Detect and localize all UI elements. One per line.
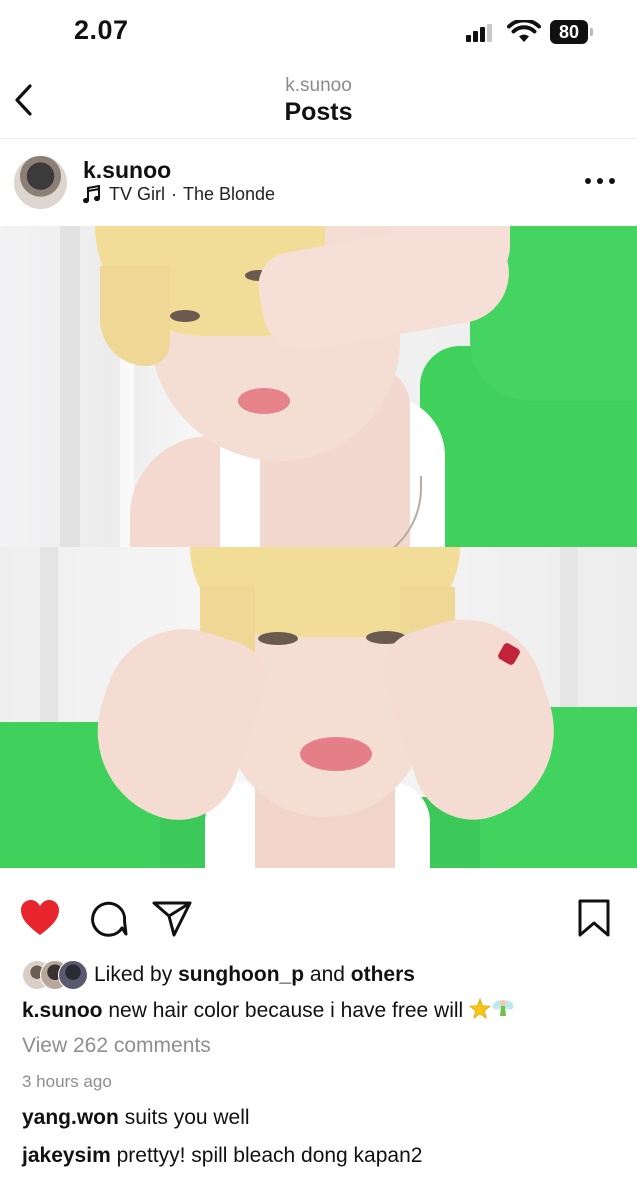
liker-avatars xyxy=(22,960,90,990)
caption-text: new hair color because i have free will xyxy=(108,999,464,1022)
comment-item: jakeysim prettyy! spill bleach dong kapa… xyxy=(22,1144,422,1168)
music-separator: · xyxy=(171,184,177,204)
star-emoji-icon xyxy=(469,998,492,1019)
share-icon[interactable] xyxy=(150,895,194,941)
battery-icon xyxy=(590,28,593,36)
comment-item: yang.won suits you well xyxy=(22,1106,250,1130)
comment-text: prettyy! spill bleach dong kapan2 xyxy=(116,1144,423,1167)
wifi-icon xyxy=(507,20,541,42)
comment-username[interactable]: yang.won xyxy=(22,1106,119,1129)
caption-username[interactable]: k.sunoo xyxy=(22,999,103,1022)
post-username[interactable]: k.sunoo xyxy=(83,157,171,184)
bookmark-icon[interactable] xyxy=(572,895,616,941)
comment-icon[interactable] xyxy=(86,895,130,941)
post-header: k.sunoo TV Girl · The Blonde xyxy=(0,140,637,226)
likes-text: Liked by sunghoon_p and others xyxy=(94,963,415,987)
music-note-icon xyxy=(83,184,100,203)
heart-icon[interactable] xyxy=(18,895,62,941)
comment-text: suits you well xyxy=(124,1106,250,1129)
page-title: Posts xyxy=(284,98,353,126)
status-bar: 2.07 80 xyxy=(0,0,637,60)
comment-username[interactable]: jakeysim xyxy=(22,1144,111,1167)
view-comments-link[interactable]: View 262 comments xyxy=(22,1034,211,1058)
post-timestamp: 3 hours ago xyxy=(22,1072,112,1091)
more-icon[interactable] xyxy=(585,174,617,188)
signal-icon xyxy=(466,24,496,42)
likes-prefix: Liked by xyxy=(94,963,173,986)
likes-user[interactable]: sunghoon_p xyxy=(178,963,304,986)
music-attribution[interactable]: TV Girl · The Blonde xyxy=(83,184,275,205)
header-username: k.sunoo xyxy=(285,75,352,96)
post-caption: k.sunoo new hair color because i have fr… xyxy=(22,996,515,1023)
post-photo[interactable] xyxy=(0,226,637,868)
avatar xyxy=(58,960,88,990)
fairy-emoji-icon xyxy=(492,1000,514,1016)
battery-level: 80 xyxy=(550,20,588,44)
photo-panel-top xyxy=(0,226,637,547)
music-song: The Blonde xyxy=(183,184,276,204)
music-artist: TV Girl xyxy=(109,184,165,204)
photo-panel-bottom xyxy=(0,547,637,868)
top-nav-bar: k.sunoo Posts xyxy=(0,62,637,139)
likes-connector: and xyxy=(309,963,345,986)
status-time: 2.07 xyxy=(74,15,129,45)
post-actions xyxy=(0,895,637,945)
likes-summary[interactable]: Liked by sunghoon_p and others xyxy=(22,960,415,990)
avatar[interactable] xyxy=(14,156,67,209)
likes-others[interactable]: others xyxy=(351,963,415,986)
